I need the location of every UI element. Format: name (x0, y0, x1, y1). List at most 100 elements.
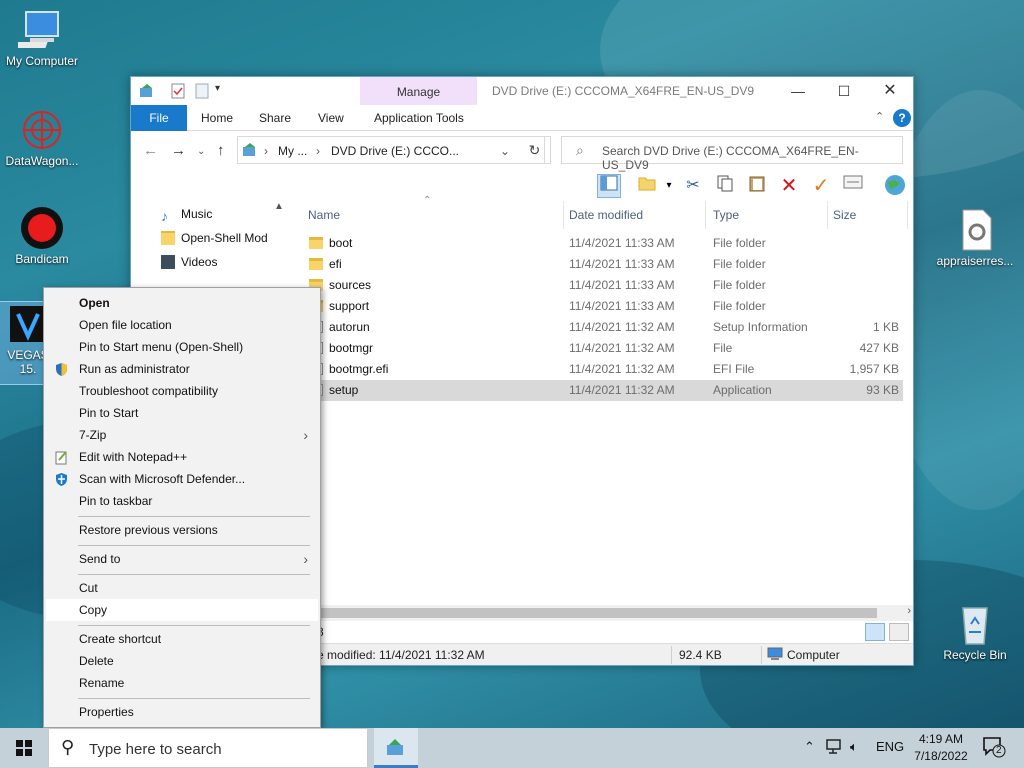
breadcrumb-segment[interactable]: My ... (278, 144, 307, 158)
file-row[interactable]: sources 11/4/2021 11:33 AM File folder (305, 275, 903, 296)
paste-icon[interactable] (745, 174, 769, 198)
menu-item-run-as-admin[interactable]: Run as administrator (46, 358, 318, 380)
column-header-type[interactable]: Type (713, 201, 739, 229)
breadcrumb-current[interactable]: DVD Drive (E:) CCCO... (331, 144, 459, 158)
properties-icon[interactable] (841, 174, 865, 198)
cut-icon[interactable]: ✂ (681, 174, 705, 198)
navigation-pane-icon[interactable] (597, 174, 621, 198)
recent-locations-chevron-icon[interactable]: ⌄ (197, 146, 205, 157)
close-button[interactable]: ✕ (867, 77, 913, 105)
file-name: support (329, 299, 370, 313)
file-row-selected[interactable]: setup 11/4/2021 11:32 AM Application 93 … (305, 380, 903, 401)
menu-item-pin-taskbar[interactable]: Pin to taskbar (46, 490, 318, 512)
column-divider[interactable] (563, 201, 564, 229)
taskbar-search-input[interactable]: ⚲ Type here to search (48, 728, 368, 768)
network-icon[interactable] (826, 739, 844, 758)
notepad-icon (54, 450, 69, 465)
volume-icon[interactable]: 🔈︎ (850, 739, 858, 755)
clock[interactable]: 4:19 AM 7/18/2022 (906, 731, 976, 765)
tab-application-tools[interactable]: Application Tools (374, 111, 464, 125)
folder-icon (309, 237, 323, 249)
quick-access-new-folder-icon[interactable] (195, 83, 209, 102)
address-dropdown-icon[interactable]: ⌄ (500, 144, 510, 158)
menu-item-open-file-location[interactable]: Open file location (46, 314, 318, 336)
desktop-icon-appraiserres[interactable]: appraiserres... (932, 208, 1018, 268)
address-field[interactable]: › My ... › DVD Drive (E:) CCCO... ⌄ (237, 136, 545, 164)
videos-icon (161, 255, 175, 269)
desktop-icon-bandicam[interactable]: Bandicam (0, 206, 84, 266)
folder-options-dropdown-icon[interactable]: ▾ (657, 174, 681, 198)
start-button[interactable] (0, 728, 48, 768)
menu-item-pin-start-open-shell[interactable]: Pin to Start menu (Open-Shell) (46, 336, 318, 358)
column-divider[interactable] (827, 201, 828, 229)
desktop-icon-my-computer[interactable]: My Computer (0, 8, 84, 68)
desktop-icon-recycle-bin[interactable]: Recycle Bin (932, 602, 1018, 662)
up-arrow-icon[interactable]: ↑ (217, 142, 225, 159)
nav-scroll-up-icon[interactable]: ▲ (271, 201, 287, 221)
notification-center-icon[interactable]: 2 (982, 736, 1006, 761)
desktop-icon-label: My Computer (5, 54, 79, 68)
menu-item-rename[interactable]: Rename (46, 672, 318, 694)
scrollbar-thumb[interactable] (287, 608, 877, 618)
computer-icon (9, 8, 66, 52)
taskbar-app-explorer[interactable] (374, 728, 418, 768)
details-view-icon[interactable] (865, 623, 885, 641)
horizontal-scrollbar[interactable]: › (287, 605, 913, 621)
column-header-size[interactable]: Size (833, 201, 856, 229)
tab-share[interactable]: Share (259, 111, 291, 125)
column-divider[interactable] (907, 201, 908, 229)
menu-item-scan-defender[interactable]: Scan with Microsoft Defender... (46, 468, 318, 490)
menu-item-pin-to-start[interactable]: Pin to Start (46, 402, 318, 424)
forward-arrow-icon[interactable]: → (171, 142, 186, 159)
settings-file-icon (951, 208, 999, 252)
show-hidden-icons-chevron[interactable]: ⌃ (804, 739, 815, 755)
menu-item-send-to[interactable]: Send to › (46, 548, 318, 570)
minimize-button[interactable]: — (775, 77, 821, 105)
file-row[interactable]: bootmgr.efi 11/4/2021 11:32 AM EFI File … (305, 359, 903, 380)
file-row[interactable]: boot 11/4/2021 11:33 AM File folder (305, 233, 903, 254)
delete-icon[interactable]: ✕ (777, 174, 801, 198)
column-header-name[interactable]: Name (308, 201, 340, 229)
menu-item-cut[interactable]: Cut (46, 577, 318, 599)
tab-home[interactable]: Home (201, 111, 233, 125)
menu-item-edit-notepad[interactable]: Edit with Notepad++ (46, 446, 318, 468)
help-icon[interactable]: ? (893, 109, 911, 127)
collapse-ribbon-icon[interactable]: ⌃ (875, 110, 884, 123)
file-name: bootmgr (329, 341, 374, 355)
menu-item-delete[interactable]: Delete (46, 650, 318, 672)
file-name: autorun (329, 320, 370, 334)
desktop-icon-datawagon[interactable]: DataWagon... (0, 108, 84, 168)
file-row[interactable]: efi 11/4/2021 11:33 AM File folder (305, 254, 903, 275)
folder-options-icon[interactable] (635, 174, 659, 198)
globe-icon[interactable] (883, 174, 907, 198)
quick-access-properties-icon[interactable] (171, 83, 185, 102)
checkmark-icon[interactable]: ✓ (809, 174, 833, 198)
refresh-button[interactable]: ↻ (519, 136, 551, 164)
scroll-right-icon[interactable]: › (907, 605, 911, 617)
nav-item-music[interactable]: ♪ Music (161, 203, 212, 225)
search-field[interactable]: ⌕ Search DVD Drive (E:) CCCOMA_X64FRE_EN… (561, 136, 903, 172)
quick-access-dropdown-icon[interactable]: ▾ (215, 83, 220, 94)
large-icons-view-icon[interactable] (889, 623, 909, 641)
nav-item-videos[interactable]: Videos (161, 251, 217, 273)
column-header-date[interactable]: Date modified (569, 201, 643, 229)
menu-item-7zip[interactable]: 7-Zip › (46, 424, 318, 446)
maximize-button[interactable]: ☐ (821, 77, 867, 105)
copy-icon[interactable] (713, 174, 737, 198)
file-row[interactable]: support 11/4/2021 11:33 AM File folder (305, 296, 903, 317)
tab-view[interactable]: View (318, 111, 344, 125)
menu-item-troubleshoot[interactable]: Troubleshoot compatibility (46, 380, 318, 402)
language-indicator[interactable]: ENG (876, 739, 904, 754)
file-row[interactable]: autorun 11/4/2021 11:32 AM Setup Informa… (305, 317, 903, 338)
menu-item-copy[interactable]: Copy (46, 599, 318, 621)
tab-file[interactable]: File (131, 105, 187, 131)
back-arrow-icon[interactable]: ← (143, 142, 158, 159)
menu-item-create-shortcut[interactable]: Create shortcut (46, 628, 318, 650)
nav-item-open-shell[interactable]: Open-Shell Mod (161, 227, 268, 249)
menu-item-open[interactable]: Open (46, 292, 318, 314)
file-row[interactable]: bootmgr 11/4/2021 11:32 AM File 427 KB (305, 338, 903, 359)
explorer-app-icon (139, 83, 155, 102)
column-divider[interactable] (705, 201, 706, 229)
menu-item-properties[interactable]: Properties (46, 701, 318, 723)
menu-item-restore-versions[interactable]: Restore previous versions (46, 519, 318, 541)
